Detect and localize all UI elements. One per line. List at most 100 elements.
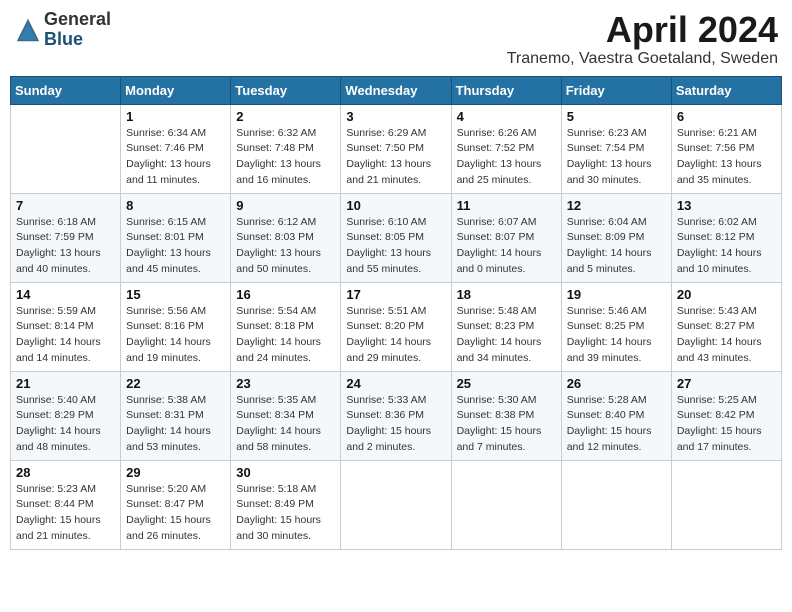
calendar-cell: 28Sunrise: 5:23 AMSunset: 8:44 PMDayligh… <box>11 460 121 549</box>
day-info: Sunrise: 5:38 AMSunset: 8:31 PMDaylight:… <box>126 393 225 456</box>
day-number: 12 <box>567 198 666 213</box>
day-number: 28 <box>16 465 115 480</box>
calendar-cell: 1Sunrise: 6:34 AMSunset: 7:46 PMDaylight… <box>121 104 231 193</box>
calendar-header: SundayMondayTuesdayWednesdayThursdayFrid… <box>11 76 782 104</box>
day-number: 20 <box>677 287 776 302</box>
title-area: April 2024 Tranemo, Vaestra Goetaland, S… <box>507 10 778 68</box>
calendar-cell: 2 Sunrise: 6:32 AMSunset: 7:48 PMDaylight… <box>231 104 341 193</box>
day-info: Sunrise: 5:30 AMSunset: 8:38 PMDaylight:… <box>457 393 556 456</box>
day-info: Sunrise: 5:25 AMSunset: 8:42 PMDaylight:… <box>677 393 776 456</box>
calendar-cell: 18 Sunrise: 5:48 AMSunset: 8:23 PMDayligh… <box>451 282 561 371</box>
logo-text: General Blue <box>44 10 111 50</box>
day-number: 18 <box>457 287 556 302</box>
calendar-cell: 7Sunrise: 6:18 AMSunset: 7:59 PMDaylight… <box>11 193 121 282</box>
week-row-1: 1Sunrise: 6:34 AMSunset: 7:46 PMDaylight… <box>11 104 782 193</box>
day-number: 23 <box>236 376 335 391</box>
calendar-cell: 24Sunrise: 5:33 AMSunset: 8:36 PMDayligh… <box>341 371 451 460</box>
calendar-cell: 21 Sunrise: 5:40 AMSunset: 8:29 PMDayligh… <box>11 371 121 460</box>
calendar-cell: 27Sunrise: 5:25 AMSunset: 8:42 PMDayligh… <box>671 371 781 460</box>
calendar-cell <box>451 460 561 549</box>
logo-icon <box>14 16 42 44</box>
calendar-cell <box>341 460 451 549</box>
day-info: Sunrise: 6:26 AMSunset: 7:52 PMDaylight:… <box>457 126 556 189</box>
calendar: SundayMondayTuesdayWednesdayThursdayFrid… <box>10 76 782 550</box>
calendar-cell: 13Sunrise: 6:02 AMSunset: 8:12 PMDayligh… <box>671 193 781 282</box>
day-info: Sunrise: 6:12 AMSunset: 8:03 PMDaylight:… <box>236 215 335 278</box>
day-info: Sunrise: 5:35 AMSunset: 8:34 PMDaylight:… <box>236 393 335 456</box>
calendar-cell: 11Sunrise: 6:07 AMSunset: 8:07 PMDayligh… <box>451 193 561 282</box>
day-number: 8 <box>126 198 225 213</box>
calendar-cell: 8Sunrise: 6:15 AMSunset: 8:01 PMDaylight… <box>121 193 231 282</box>
day-header-tuesday: Tuesday <box>231 76 341 104</box>
calendar-cell: 19Sunrise: 5:46 AMSunset: 8:25 PMDayligh… <box>561 282 671 371</box>
header-row: SundayMondayTuesdayWednesdayThursdayFrid… <box>11 76 782 104</box>
day-header-sunday: Sunday <box>11 76 121 104</box>
day-info: Sunrise: 5:48 AMSunset: 8:23 PMDaylight:… <box>457 304 556 367</box>
week-row-3: 14 Sunrise: 5:59 AMSunset: 8:14 PMDayligh… <box>11 282 782 371</box>
day-number: 10 <box>346 198 445 213</box>
day-number: 5 <box>567 109 666 124</box>
day-info: Sunrise: 6:04 AMSunset: 8:09 PMDaylight:… <box>567 215 666 278</box>
day-number: 14 <box>16 287 115 302</box>
day-info: Sunrise: 5:54 AMSunset: 8:18 PMDaylight:… <box>236 304 335 367</box>
day-header-wednesday: Wednesday <box>341 76 451 104</box>
day-header-thursday: Thursday <box>451 76 561 104</box>
day-info: Sunrise: 6:32 AMSunset: 7:48 PMDaylight:… <box>236 126 335 189</box>
logo: General Blue <box>14 10 111 50</box>
day-header-saturday: Saturday <box>671 76 781 104</box>
calendar-cell: 23 Sunrise: 5:35 AMSunset: 8:34 PMDayligh… <box>231 371 341 460</box>
day-info: Sunrise: 5:46 AMSunset: 8:25 PMDaylight:… <box>567 304 666 367</box>
calendar-cell <box>671 460 781 549</box>
day-number: 7 <box>16 198 115 213</box>
day-info: Sunrise: 5:59 AMSunset: 8:14 PMDaylight:… <box>16 304 115 367</box>
calendar-cell: 16 Sunrise: 5:54 AMSunset: 8:18 PMDayligh… <box>231 282 341 371</box>
calendar-cell: 26 Sunrise: 5:28 AMSunset: 8:40 PMDayligh… <box>561 371 671 460</box>
calendar-cell: 29 Sunrise: 5:20 AMSunset: 8:47 PMDayligh… <box>121 460 231 549</box>
day-info: Sunrise: 6:29 AMSunset: 7:50 PMDaylight:… <box>346 126 445 189</box>
calendar-cell <box>561 460 671 549</box>
calendar-cell: 15 Sunrise: 5:56 AMSunset: 8:16 PMDayligh… <box>121 282 231 371</box>
week-row-2: 7Sunrise: 6:18 AMSunset: 7:59 PMDaylight… <box>11 193 782 282</box>
day-info: Sunrise: 6:10 AMSunset: 8:05 PMDaylight:… <box>346 215 445 278</box>
day-info: Sunrise: 5:40 AMSunset: 8:29 PMDaylight:… <box>16 393 115 456</box>
calendar-cell: 25 Sunrise: 5:30 AMSunset: 8:38 PMDayligh… <box>451 371 561 460</box>
calendar-cell: 4 Sunrise: 6:26 AMSunset: 7:52 PMDaylight… <box>451 104 561 193</box>
day-number: 26 <box>567 376 666 391</box>
calendar-cell <box>11 104 121 193</box>
calendar-cell: 10 Sunrise: 6:10 AMSunset: 8:05 PMDayligh… <box>341 193 451 282</box>
day-number: 16 <box>236 287 335 302</box>
day-number: 4 <box>457 109 556 124</box>
day-number: 1 <box>126 109 225 124</box>
header: General Blue April 2024 Tranemo, Vaestra… <box>10 10 782 68</box>
day-number: 29 <box>126 465 225 480</box>
calendar-cell: 5Sunrise: 6:23 AMSunset: 7:54 PMDaylight… <box>561 104 671 193</box>
calendar-cell: 20Sunrise: 5:43 AMSunset: 8:27 PMDayligh… <box>671 282 781 371</box>
logo-blue: Blue <box>44 30 111 50</box>
calendar-cell: 12 Sunrise: 6:04 AMSunset: 8:09 PMDayligh… <box>561 193 671 282</box>
day-number: 21 <box>16 376 115 391</box>
day-number: 2 <box>236 109 335 124</box>
day-info: Sunrise: 5:28 AMSunset: 8:40 PMDaylight:… <box>567 393 666 456</box>
week-row-4: 21 Sunrise: 5:40 AMSunset: 8:29 PMDayligh… <box>11 371 782 460</box>
week-row-5: 28Sunrise: 5:23 AMSunset: 8:44 PMDayligh… <box>11 460 782 549</box>
day-header-monday: Monday <box>121 76 231 104</box>
logo-general: General <box>44 10 111 30</box>
day-number: 3 <box>346 109 445 124</box>
day-info: Sunrise: 5:20 AMSunset: 8:47 PMDaylight:… <box>126 482 225 545</box>
calendar-cell: 30Sunrise: 5:18 AMSunset: 8:49 PMDayligh… <box>231 460 341 549</box>
day-info: Sunrise: 5:18 AMSunset: 8:49 PMDaylight:… <box>236 482 335 545</box>
day-number: 13 <box>677 198 776 213</box>
day-number: 9 <box>236 198 335 213</box>
calendar-cell: 9 Sunrise: 6:12 AMSunset: 8:03 PMDaylight… <box>231 193 341 282</box>
calendar-body: 1Sunrise: 6:34 AMSunset: 7:46 PMDaylight… <box>11 104 782 549</box>
calendar-cell: 17Sunrise: 5:51 AMSunset: 8:20 PMDayligh… <box>341 282 451 371</box>
day-number: 25 <box>457 376 556 391</box>
day-number: 15 <box>126 287 225 302</box>
calendar-cell: 22 Sunrise: 5:38 AMSunset: 8:31 PMDayligh… <box>121 371 231 460</box>
day-info: Sunrise: 6:21 AMSunset: 7:56 PMDaylight:… <box>677 126 776 189</box>
day-number: 6 <box>677 109 776 124</box>
day-info: Sunrise: 5:56 AMSunset: 8:16 PMDaylight:… <box>126 304 225 367</box>
day-number: 22 <box>126 376 225 391</box>
day-info: Sunrise: 5:51 AMSunset: 8:20 PMDaylight:… <box>346 304 445 367</box>
calendar-cell: 6 Sunrise: 6:21 AMSunset: 7:56 PMDaylight… <box>671 104 781 193</box>
